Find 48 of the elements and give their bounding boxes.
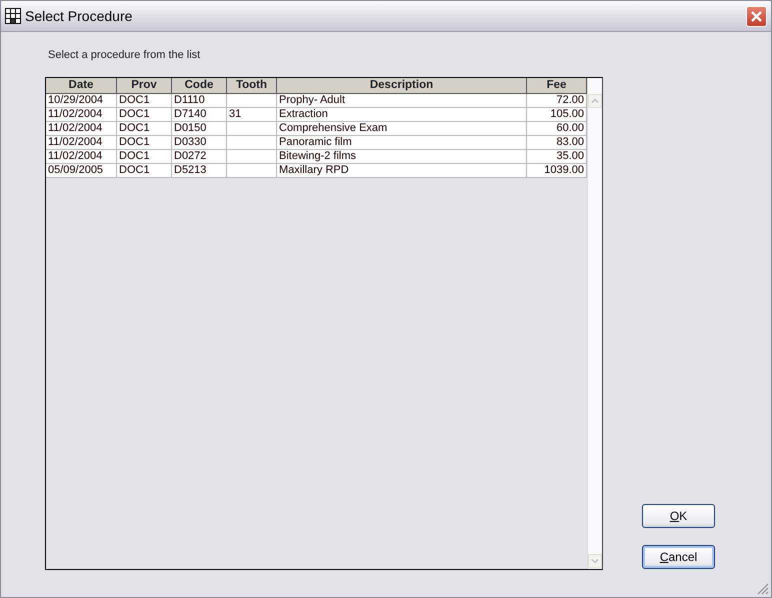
scrollbar[interactable] [587, 78, 602, 568]
table-cell: DOC1 [117, 164, 172, 178]
column-header[interactable]: Prov [117, 78, 172, 94]
scroll-up-icon[interactable] [588, 94, 602, 108]
table-cell: D1110 [172, 94, 227, 108]
table-cell: DOC1 [117, 122, 172, 136]
table-cell: D0330 [172, 136, 227, 150]
window-title: Select Procedure [25, 6, 132, 26]
table-cell: Prophy- Adult [277, 94, 527, 108]
table-cell: 83.00 [527, 136, 587, 150]
table-cell: DOC1 [117, 136, 172, 150]
close-icon [750, 10, 763, 22]
table-cell: Comprehensive Exam [277, 122, 527, 136]
table-cell: DOC1 [117, 108, 172, 122]
table-cell: 35.00 [527, 150, 587, 164]
table-cell: 31 [227, 108, 277, 122]
table-cell: D0150 [172, 122, 227, 136]
table-cell: 05/09/2005 [46, 164, 117, 178]
table-cell: 11/02/2004 [46, 150, 117, 164]
column-header[interactable]: Fee [527, 78, 587, 94]
table-cell: 72.00 [527, 94, 587, 108]
table-cell: 11/02/2004 [46, 122, 117, 136]
table-cell: 11/02/2004 [46, 136, 117, 150]
table-cell: 1039.00 [527, 164, 587, 178]
column-header[interactable]: Tooth [227, 78, 277, 94]
scroll-down-icon[interactable] [588, 554, 602, 568]
column-header[interactable]: Date [46, 78, 117, 94]
table-cell: Maxillary RPD [277, 164, 527, 178]
column-header[interactable]: Code [172, 78, 227, 94]
table-cell: D7140 [172, 108, 227, 122]
ok-button[interactable]: OK [642, 504, 715, 528]
table-cell: Bitewing-2 films [277, 150, 527, 164]
table-cell: D0272 [172, 150, 227, 164]
table-cell: DOC1 [117, 94, 172, 108]
table-cell: Panoramic film [277, 136, 527, 150]
instruction-text: Select a procedure from the list [48, 48, 202, 63]
cancel-button[interactable]: Cancel [642, 545, 715, 569]
column-header[interactable]: Description [277, 78, 527, 94]
table-cell: 11/02/2004 [46, 108, 117, 122]
table-cell: 10/29/2004 [46, 94, 117, 108]
table-cell: DOC1 [117, 150, 172, 164]
table-cell: Extraction [277, 108, 527, 122]
close-button[interactable] [746, 6, 767, 26]
resize-grip-icon[interactable] [755, 581, 769, 595]
table-cell: D5213 [172, 164, 227, 178]
table-cell: 105.00 [527, 108, 587, 122]
grid-icon [5, 8, 21, 24]
table-cell: 60.00 [527, 122, 587, 136]
